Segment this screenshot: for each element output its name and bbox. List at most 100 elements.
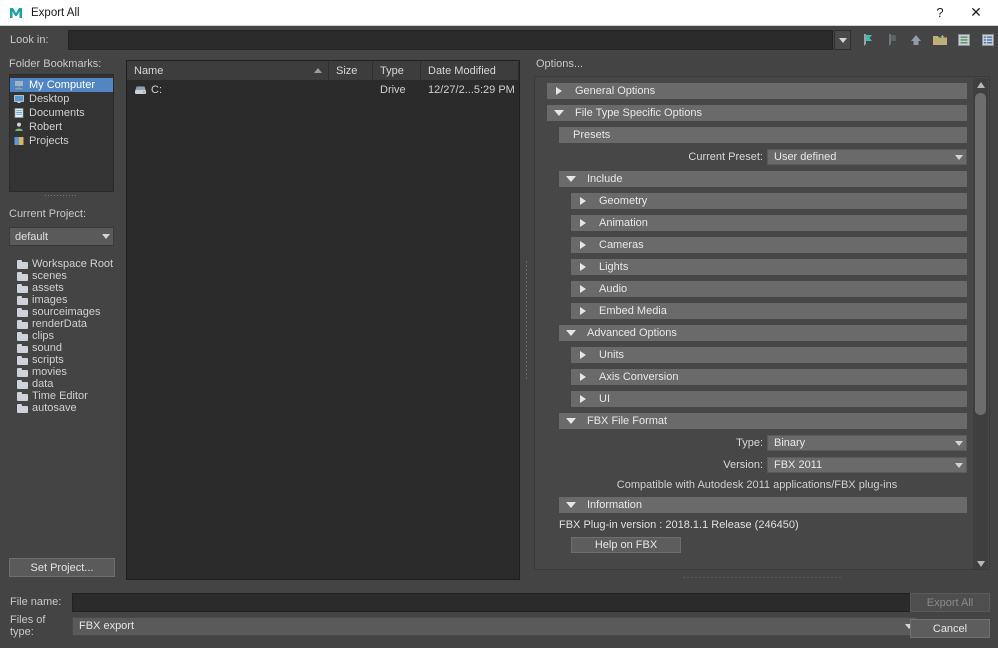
section-ui[interactable]: UI: [571, 391, 967, 407]
section-fbx-file-format[interactable]: FBX File Format: [559, 413, 967, 429]
list-item[interactable]: renderData: [9, 318, 114, 330]
list-item[interactable]: assets: [9, 282, 114, 294]
parent-directory-icon[interactable]: [906, 30, 926, 50]
bookmark-item-robert[interactable]: Robert: [10, 120, 113, 134]
section-presets[interactable]: Presets: [559, 127, 967, 143]
grip-dots-icon: [44, 194, 78, 197]
desktop-icon: [13, 93, 25, 105]
section-audio[interactable]: Audio: [571, 281, 967, 297]
bookmarks-resize-grip[interactable]: [0, 192, 122, 199]
cell-name: C:: [127, 84, 329, 96]
scrollbar-thumb[interactable]: [975, 93, 986, 415]
cancel-button[interactable]: Cancel: [910, 619, 990, 638]
list-item[interactable]: Workspace Root: [9, 258, 114, 270]
chevron-down-icon: [566, 418, 576, 424]
vertical-splitter[interactable]: [521, 60, 532, 580]
list-item[interactable]: data: [9, 378, 114, 390]
folder-icon: [17, 307, 28, 317]
list-item[interactable]: images: [9, 294, 114, 306]
list-item[interactable]: autosave: [9, 402, 114, 414]
list-item[interactable]: Time Editor: [9, 390, 114, 402]
folder-label: clips: [32, 330, 55, 342]
footer: File name: Files of type: FBX export: [0, 590, 998, 648]
list-item[interactable]: sourceimages: [9, 306, 114, 318]
look-in-combo[interactable]: [67, 30, 834, 50]
bookmark-label: Projects: [29, 135, 69, 147]
fbx-plugin-version-text: FBX Plug-in version : 2018.1.1 Release (…: [559, 519, 799, 531]
help-on-fbx-button[interactable]: Help on FBX: [571, 537, 681, 553]
look-in-row: Look in:: [0, 26, 998, 54]
fbx-type-combo[interactable]: Binary: [767, 435, 967, 451]
look-in-dropdown-button[interactable]: [834, 30, 851, 50]
section-units[interactable]: Units: [571, 347, 967, 363]
section-axis-conversion[interactable]: Axis Conversion: [571, 369, 967, 385]
back-bookmark-icon[interactable]: [858, 30, 878, 50]
list-item[interactable]: movies: [9, 366, 114, 378]
detail-view-icon[interactable]: [978, 30, 998, 50]
folder-icon: [17, 259, 28, 269]
forward-icon[interactable]: [882, 30, 902, 50]
folder-label: sound: [32, 342, 62, 354]
list-item[interactable]: sound: [9, 342, 114, 354]
close-button[interactable]: ✕: [958, 0, 994, 26]
fbx-type-label: Type:: [736, 437, 763, 449]
current-project-combo[interactable]: default: [9, 227, 114, 246]
bookmark-item-projects[interactable]: Projects: [10, 134, 113, 148]
files-of-type-label: Files of type:: [10, 614, 46, 638]
section-advanced-options[interactable]: Advanced Options: [559, 325, 967, 341]
options-scrollbar[interactable]: [973, 78, 988, 569]
section-general-options[interactable]: General Options: [547, 83, 967, 99]
section-information[interactable]: Information: [559, 497, 967, 513]
folder-icon: [17, 295, 28, 305]
folder-bookmarks-list[interactable]: My Computer Desktop Documents Robert Pro…: [9, 74, 114, 192]
file-list[interactable]: Name Size Type Date Modified C: Drive 12…: [126, 60, 520, 580]
folder-icon: [17, 391, 28, 401]
set-project-button[interactable]: Set Project...: [9, 558, 115, 577]
file-name-text: C:: [151, 84, 162, 96]
table-row[interactable]: C: Drive 12/27/2...5:29 PM: [127, 81, 519, 99]
scroll-up-button[interactable]: [973, 78, 988, 91]
section-label: General Options: [575, 85, 656, 97]
folder-icon: [17, 355, 28, 365]
current-preset-row: Current Preset: User defined: [547, 149, 967, 165]
fbx-type-row: Type: Binary: [547, 435, 967, 451]
current-project-value: default: [15, 230, 49, 243]
files-of-type-row: Files of type: FBX export: [0, 614, 998, 638]
section-include[interactable]: Include: [559, 171, 967, 187]
column-label: Size: [336, 64, 358, 77]
current-preset-combo[interactable]: User defined: [767, 149, 967, 165]
list-item[interactable]: scripts: [9, 354, 114, 366]
fbx-version-combo[interactable]: FBX 2011: [767, 457, 967, 473]
export-all-button[interactable]: Export All: [910, 593, 990, 612]
section-geometry[interactable]: Geometry: [571, 193, 967, 209]
maya-m-logo-icon: [9, 5, 23, 20]
options-title: Options...: [536, 58, 584, 70]
list-view-icon[interactable]: [954, 30, 974, 50]
scroll-down-button[interactable]: [973, 557, 988, 569]
column-header-name[interactable]: Name: [127, 61, 329, 80]
help-button[interactable]: ?: [922, 0, 958, 26]
column-header-size[interactable]: Size: [329, 61, 373, 80]
files-of-type-combo[interactable]: FBX export: [72, 616, 917, 636]
section-animation[interactable]: Animation: [571, 215, 967, 231]
section-embed-media[interactable]: Embed Media: [571, 303, 967, 319]
scrollbar-track[interactable]: [973, 91, 988, 557]
column-label: Type: [380, 64, 404, 77]
file-name-input[interactable]: [72, 592, 917, 612]
section-label: UI: [599, 393, 610, 405]
column-header-type[interactable]: Type: [373, 61, 421, 80]
scroll-down-icon: [976, 560, 985, 567]
section-cameras[interactable]: Cameras: [571, 237, 967, 253]
bookmark-item-documents[interactable]: Documents: [10, 106, 113, 120]
section-file-type-specific-options[interactable]: File Type Specific Options: [547, 105, 967, 121]
list-item[interactable]: clips: [9, 330, 114, 342]
bookmark-item-my-computer[interactable]: My Computer: [10, 78, 113, 92]
fbx-version-label: Version:: [723, 459, 763, 471]
horizontal-splitter[interactable]: [534, 572, 990, 582]
workspace-folder-list[interactable]: Workspace Root scenes assets images sour…: [9, 256, 114, 576]
list-item[interactable]: scenes: [9, 270, 114, 282]
new-folder-icon[interactable]: [930, 30, 950, 50]
column-header-date-modified[interactable]: Date Modified: [421, 61, 519, 80]
section-lights[interactable]: Lights: [571, 259, 967, 275]
bookmark-item-desktop[interactable]: Desktop: [10, 92, 113, 106]
